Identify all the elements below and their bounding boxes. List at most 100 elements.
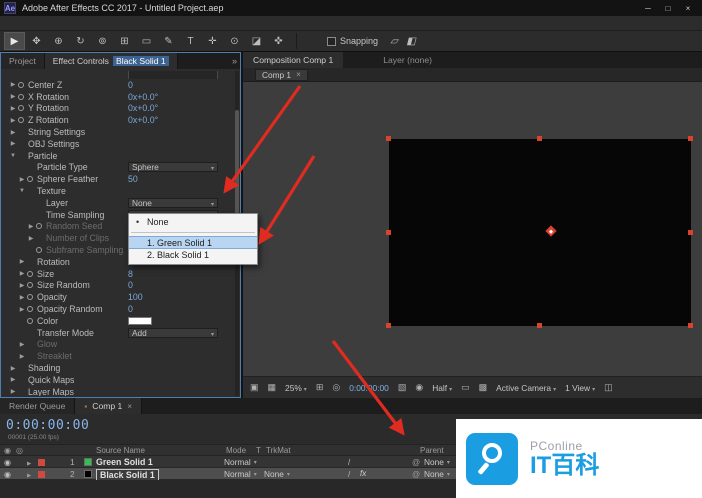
- param-dropdown[interactable]: None: [128, 198, 218, 208]
- param-value[interactable]: 0x+0.0°: [128, 92, 158, 102]
- effect-param-row[interactable]: ▶ Size Random 0: [2, 280, 234, 292]
- tab-composition[interactable]: Composition Comp 1: [243, 52, 343, 68]
- param-value[interactable]: 0x+0.0°: [128, 103, 158, 113]
- expander-icon[interactable]: ▶: [8, 129, 18, 136]
- effect-param-row[interactable]: ▶ Size 8: [2, 268, 234, 280]
- effect-param-row[interactable]: ▶ Center Z 0: [2, 79, 234, 91]
- tab-comp-timeline[interactable]: Comp 1 ×: [75, 398, 142, 414]
- dropdown-option-green-solid[interactable]: 1. Green Solid 1: [129, 236, 257, 249]
- effect-param-row[interactable]: ▶ OBJ Settings: [2, 138, 234, 150]
- effect-param-row[interactable]: ▶ Y Rotation 0x+0.0°: [2, 103, 234, 115]
- close-button[interactable]: ×: [678, 4, 698, 13]
- mask-shape-tool-icon[interactable]: ▭: [136, 32, 157, 50]
- layer-name[interactable]: Black Solid 1: [96, 469, 159, 481]
- selection-handle[interactable]: [386, 230, 391, 235]
- param-value[interactable]: 0: [128, 80, 133, 90]
- snapshot-icon[interactable]: ▧: [398, 382, 407, 393]
- effect-param-row[interactable]: ▼ Texture: [2, 185, 234, 197]
- stopwatch-icon[interactable]: [27, 271, 37, 277]
- effect-param-row[interactable]: Particle Type Sphere: [2, 162, 234, 174]
- value-box[interactable]: [128, 71, 218, 79]
- layer-name[interactable]: Green Solid 1: [96, 456, 153, 468]
- close-icon[interactable]: ×: [127, 402, 132, 411]
- active-camera-dropdown[interactable]: Active Camera: [496, 383, 556, 393]
- pan-behind-tool-icon[interactable]: ⊞: [114, 32, 135, 50]
- blend-mode-dropdown[interactable]: Normal: [224, 468, 257, 480]
- resolution-dropdown[interactable]: Half: [432, 383, 452, 393]
- param-value[interactable]: 8: [128, 269, 133, 279]
- minimize-button[interactable]: ─: [638, 4, 658, 13]
- param-dropdown[interactable]: Add: [128, 328, 218, 338]
- param-value[interactable]: 50: [128, 174, 138, 184]
- magnification-menu-icon[interactable]: ▣: [250, 382, 259, 393]
- snap-option-icon[interactable]: ◧: [403, 32, 419, 50]
- current-timecode[interactable]: 0:00:00:00: [6, 418, 89, 433]
- blend-mode-dropdown[interactable]: Normal: [224, 456, 257, 468]
- effect-param-row[interactable]: ▶ Opacity 100: [2, 291, 234, 303]
- tab-render-queue[interactable]: Render Queue: [0, 398, 75, 414]
- expander-icon[interactable]: ▶: [17, 176, 27, 183]
- effects-switch[interactable]: fx: [360, 468, 366, 480]
- eraser-tool-icon[interactable]: ◪: [246, 32, 267, 50]
- stopwatch-icon[interactable]: [27, 176, 37, 182]
- expander-icon[interactable]: ▼: [8, 153, 18, 159]
- rotation-tool-icon[interactable]: ↻: [70, 32, 91, 50]
- expander-icon[interactable]: ▶: [17, 282, 27, 289]
- stopwatch-icon[interactable]: [27, 282, 37, 288]
- tab-layer-viewer[interactable]: Layer (none): [373, 52, 442, 68]
- effect-param-row[interactable]: [2, 71, 234, 79]
- region-of-interest-icon[interactable]: ▭: [461, 382, 470, 393]
- expander-icon[interactable]: ▶: [8, 93, 18, 100]
- expander-icon[interactable]: ▶: [17, 270, 27, 277]
- expander-icon[interactable]: ▶: [26, 235, 36, 242]
- stopwatch-icon[interactable]: [27, 318, 37, 324]
- pen-tool-icon[interactable]: ✎: [158, 32, 179, 50]
- tab-project[interactable]: Project: [1, 53, 45, 69]
- expander-icon[interactable]: ▶: [26, 223, 36, 230]
- hand-tool-icon[interactable]: ✥: [26, 32, 47, 50]
- effect-param-row[interactable]: ▶ Opacity Random 0: [2, 303, 234, 315]
- maximize-button[interactable]: □: [658, 4, 678, 13]
- effect-param-row[interactable]: ▶ Shading: [2, 362, 234, 374]
- comp-pill-tab[interactable]: Comp 1 ×: [255, 69, 308, 81]
- close-icon[interactable]: ×: [296, 70, 301, 79]
- selection-handle[interactable]: [688, 230, 693, 235]
- selection-handle[interactable]: [688, 323, 693, 328]
- effect-param-row[interactable]: ▶ Streaklet: [2, 350, 234, 362]
- effect-param-row[interactable]: Layer None: [2, 197, 234, 209]
- tab-overflow-icon[interactable]: »: [232, 53, 237, 69]
- expander-icon[interactable]: ▶: [8, 117, 18, 124]
- effect-param-row[interactable]: ▶ Glow: [2, 339, 234, 351]
- expander-icon[interactable]: ▶: [8, 376, 18, 383]
- stopwatch-icon[interactable]: [27, 306, 37, 312]
- show-channel-icon[interactable]: ◉: [415, 382, 423, 393]
- snapping-toggle[interactable]: Snapping: [327, 36, 378, 46]
- transparency-grid-icon[interactable]: ▩: [479, 382, 488, 393]
- effect-param-row[interactable]: ▶ Z Rotation 0x+0.0°: [2, 114, 234, 126]
- expander-icon[interactable]: ▶: [17, 341, 27, 348]
- layer-label-chip[interactable]: [38, 471, 45, 478]
- puppet-pin-tool-icon[interactable]: ✜: [268, 32, 289, 50]
- selection-tool-icon[interactable]: ▶: [4, 32, 25, 50]
- expander-icon[interactable]: ▶: [8, 140, 18, 147]
- composition-frame[interactable]: [389, 139, 691, 326]
- grid-options-icon[interactable]: ▦: [268, 382, 277, 393]
- expander-icon[interactable]: ▶: [8, 105, 18, 112]
- ruler-icon[interactable]: ⊞: [316, 382, 324, 393]
- pixel-aspect-icon[interactable]: ◫: [604, 382, 613, 393]
- effect-param-row[interactable]: ▶ Layer Maps: [2, 386, 234, 396]
- tab-effect-controls[interactable]: Effect Controls Black Solid 1: [45, 53, 178, 69]
- stopwatch-icon[interactable]: [36, 247, 46, 253]
- stopwatch-icon[interactable]: [27, 294, 37, 300]
- param-value[interactable]: 0: [128, 304, 133, 314]
- param-value[interactable]: 0x+0.0°: [128, 115, 158, 125]
- stopwatch-icon[interactable]: [36, 223, 46, 229]
- comp-timecode[interactable]: 0:00:00:00: [349, 383, 389, 393]
- clone-stamp-tool-icon[interactable]: ⊙: [224, 32, 245, 50]
- expander-icon[interactable]: ▶: [8, 365, 18, 372]
- view-layout-dropdown[interactable]: 1 View: [565, 383, 595, 393]
- brush-tool-icon[interactable]: ✛: [202, 32, 223, 50]
- snapping-checkbox[interactable]: [327, 37, 336, 46]
- camera-tool-icon[interactable]: ⊚: [92, 32, 113, 50]
- selection-handle[interactable]: [537, 323, 542, 328]
